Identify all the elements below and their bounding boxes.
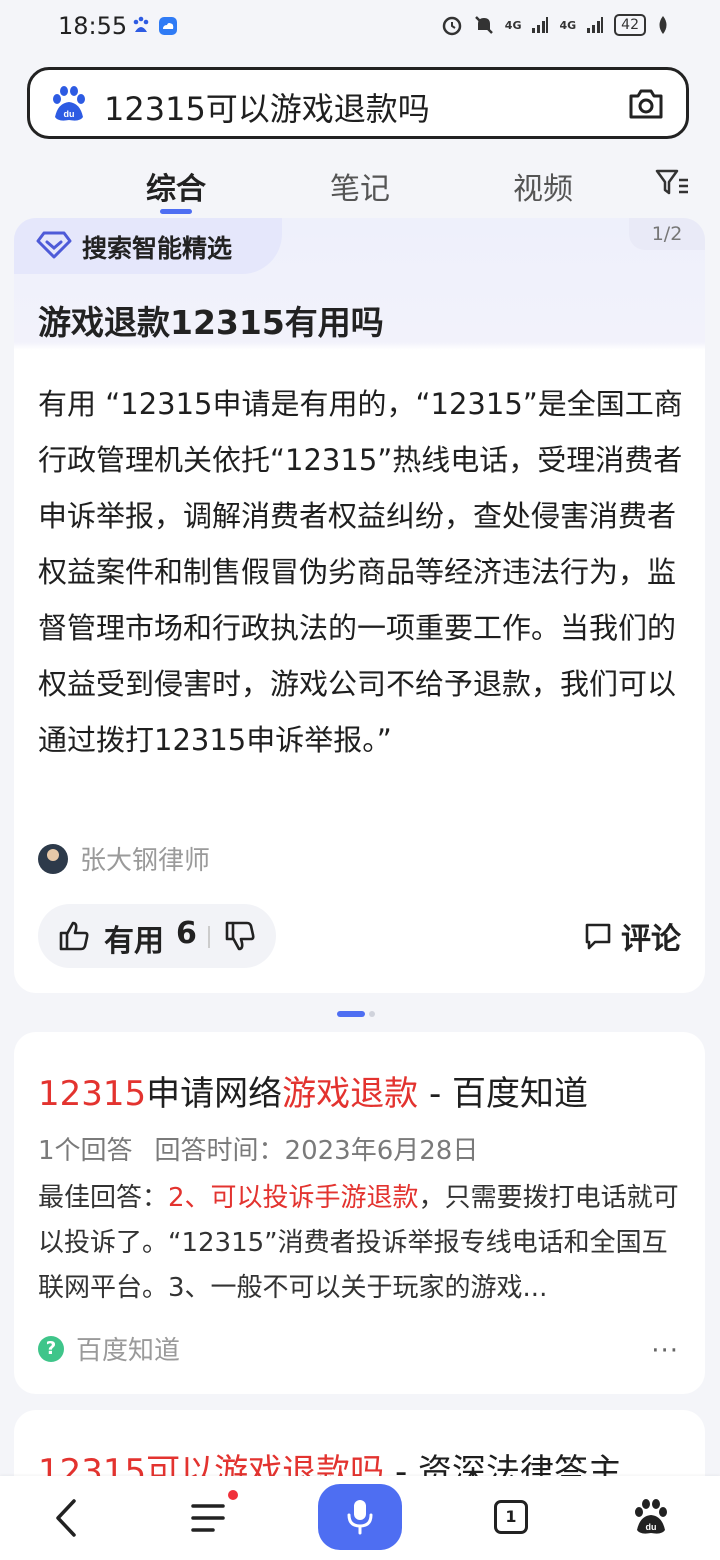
ai-card-badge: 搜索智能精选 [82, 234, 233, 263]
ai-card-page-indicator: 1/2 [629, 218, 705, 250]
tab-comprehensive[interactable]: 综合 [146, 164, 206, 208]
cloud-app-icon [159, 17, 177, 35]
author-name: 张大钢律师 [80, 846, 211, 876]
avatar [38, 843, 68, 874]
answer-time: 回答时间：2023年6月28日 [154, 1136, 479, 1166]
search-result-card[interactable]: 12315申请网络游戏退款 - 百度知道 1个回答 回答时间：2023年6月28日… [14, 1032, 705, 1394]
more-options-icon[interactable]: ··· [651, 1336, 679, 1366]
result-description: 最佳回答：2、可以投诉手游退款，只需要拨打电话就可以投诉了。“12315”消费者… [38, 1176, 688, 1311]
answer-count: 1个回答 [38, 1136, 133, 1166]
status-bar: 18:55 4G 4G 42 [0, 0, 720, 56]
useful-label[interactable]: 有用 [104, 916, 164, 960]
ai-card-author[interactable]: 张大钢律师 [38, 840, 210, 877]
signal-4g-label-1: 4G [504, 18, 522, 32]
comment-icon [585, 923, 611, 950]
signal-icon-2 [587, 17, 604, 33]
tabs-count-button[interactable]: 1 [494, 1500, 528, 1534]
useful-separator [208, 926, 210, 948]
useful-count: 6 [176, 916, 197, 951]
signal-icon [532, 17, 549, 33]
battery-indicator: 42 [614, 14, 646, 36]
zhidao-question-icon: ? [38, 1335, 64, 1362]
voice-search-button[interactable] [318, 1484, 402, 1550]
microphone-icon [347, 1500, 373, 1535]
svg-text:du: du [64, 109, 75, 119]
alarm-icon [442, 16, 462, 36]
menu-icon[interactable] [190, 1502, 226, 1534]
thumbs-down-icon[interactable] [224, 920, 256, 952]
carousel-dot-active [337, 1011, 365, 1017]
baidu-home-icon[interactable]: du [632, 1498, 670, 1536]
ai-card-title: 游戏退款12315有用吗 [38, 303, 384, 342]
mute-icon [474, 16, 493, 34]
filter-icon[interactable] [655, 168, 689, 198]
status-time: 18:55 [58, 12, 128, 40]
leaf-icon [659, 16, 667, 34]
diamond-icon [36, 231, 72, 259]
baidu-paw-icon[interactable]: du [50, 85, 88, 123]
search-bar[interactable]: du 12315可以游戏退款吗 [27, 67, 689, 139]
status-app-icons [132, 16, 178, 36]
result-source[interactable]: ? 百度知道 [38, 1330, 180, 1367]
carousel-dots [337, 1011, 375, 1017]
ai-card-text: 有用 “12315申请是有用的，“12315”是全国工商行政管理机关依托“123… [38, 387, 683, 757]
result-title-highlight: 12315 [38, 1074, 147, 1114]
thumbs-up-icon[interactable] [58, 920, 90, 952]
tab-bar: 综合 笔记 视频 [0, 160, 720, 216]
useful-feedback: 有用 6 [38, 904, 276, 968]
active-tab-indicator [160, 209, 192, 214]
camera-icon[interactable] [628, 88, 664, 120]
notification-dot [228, 1490, 238, 1500]
svg-text:du: du [646, 1522, 657, 1532]
status-right-icons: 4G 4G 42 [441, 14, 670, 36]
tab-notes[interactable]: 笔记 [330, 164, 390, 208]
tab-videos[interactable]: 视频 [513, 164, 573, 208]
result-title-text: 申请网络 [146, 1074, 283, 1114]
baidu-notification-icon [133, 16, 149, 32]
ai-card-header: 搜索智能精选 [14, 218, 282, 274]
result-title-highlight: 游戏退款 [282, 1074, 419, 1114]
source-name: 百度知道 [76, 1336, 181, 1366]
back-icon[interactable] [52, 1498, 82, 1538]
signal-4g-label-2: 4G [559, 18, 577, 32]
desc-prefix: 最佳回答： [38, 1183, 169, 1213]
result-title-source: - 百度知道 [418, 1074, 589, 1114]
comment-button[interactable]: 评论 [583, 914, 681, 958]
desc-highlight: 2、可以投诉手游退款 [168, 1183, 419, 1213]
bottom-nav: 1 du [0, 1476, 720, 1560]
result-meta: 1个回答 回答时间：2023年6月28日 [38, 1130, 478, 1167]
comment-label: 评论 [621, 922, 681, 957]
carousel-dot [369, 1011, 375, 1017]
ai-card-body: 有用 “12315申请是有用的，“12315”是全国工商行政管理机关依托“123… [14, 358, 705, 993]
result-title[interactable]: 12315申请网络游戏退款 - 百度知道 [38, 1066, 588, 1115]
ai-answer-card: 搜索智能精选 1/2 游戏退款12315有用吗 有用 “12315申请是有用的，… [14, 218, 705, 993]
search-input[interactable]: 12315可以游戏退款吗 [104, 84, 430, 130]
